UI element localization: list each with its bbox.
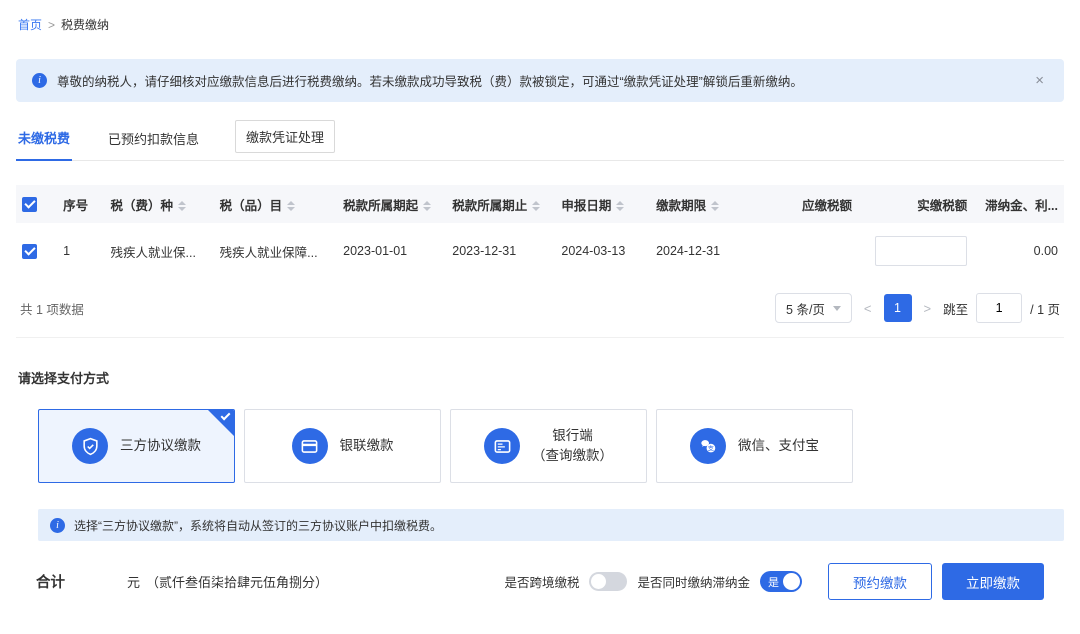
- info-icon: [32, 73, 47, 88]
- col-declare-date[interactable]: 申报日期: [555, 185, 650, 223]
- payment-footer: 合计 元 （贰仟叁佰柒拾肆元伍角捌分） 是否跨境缴税 是否同时缴纳滞纳金 是 预…: [36, 563, 1044, 600]
- col-period-end[interactable]: 税款所属期止: [446, 185, 555, 223]
- col-tax-item[interactable]: 税（品）目: [214, 185, 338, 223]
- select-all-checkbox[interactable]: [22, 197, 37, 212]
- payment-note-text: 选择“三方协议缴款”，系统将自动从签订的三方协议账户中扣缴税费。: [74, 517, 442, 534]
- payment-card-unionpay[interactable]: 银联缴款: [244, 409, 441, 483]
- late-fee-toggle[interactable]: 是: [760, 571, 802, 592]
- cell-late-fee: 0.00: [973, 223, 1064, 279]
- payment-card-label: 三方协议缴款: [120, 436, 201, 456]
- payment-card-tripartite[interactable]: 三方协议缴款: [38, 409, 235, 483]
- tab-payment-voucher[interactable]: 缴款凭证处理: [235, 120, 335, 153]
- notice-banner: 尊敬的纳税人，请仔细核对应缴款信息后进行税费缴纳。若未缴款成功导致税（费）款被锁…: [16, 59, 1064, 102]
- total-label: 合计: [36, 571, 65, 592]
- reserve-payment-button[interactable]: 预约缴款: [828, 563, 932, 600]
- cross-border-label: 是否跨境缴税: [504, 572, 579, 591]
- chevron-down-icon: [833, 306, 841, 311]
- tab-reserved-deductions[interactable]: 已预约扣款信息: [106, 121, 201, 160]
- breadcrumb: 首页 > 税费缴纳: [0, 0, 1080, 33]
- sort-icon[interactable]: [287, 201, 295, 211]
- cell-period-end: 2023-12-31: [446, 223, 555, 279]
- page-number-button[interactable]: 1: [884, 294, 912, 322]
- amount-unit: 元: [127, 572, 140, 591]
- next-page-icon[interactable]: >: [922, 301, 934, 316]
- col-late-fee: 滞纳金、利...: [973, 185, 1064, 223]
- sort-icon[interactable]: [616, 201, 624, 211]
- shield-check-icon: [72, 428, 108, 464]
- info-icon: [50, 518, 65, 533]
- payment-card-wechat-alipay[interactable]: 支 微信、支付宝: [656, 409, 853, 483]
- sort-icon[interactable]: [178, 201, 186, 211]
- page-size-select[interactable]: 5 条/页: [775, 293, 852, 323]
- table-header-row: 序号 税（费）种 税（品）目 税款所属期起 税款所属期止 申报日期 缴款期限 应…: [16, 185, 1064, 223]
- wechat-alipay-icon: 支: [690, 428, 726, 464]
- col-seq: 序号: [57, 185, 104, 223]
- col-paid: 实缴税额: [858, 185, 973, 223]
- payment-method-title: 请选择支付方式: [18, 368, 1064, 387]
- unpaid-tax-table: 序号 税（费）种 税（品）目 税款所属期起 税款所属期止 申报日期 缴款期限 应…: [16, 185, 1064, 338]
- prev-page-icon[interactable]: <: [862, 301, 874, 316]
- paid-amount-input[interactable]: [875, 236, 967, 266]
- cell-payable: [759, 223, 858, 279]
- notice-banner-text: 尊敬的纳税人，请仔细核对应缴款信息后进行税费缴纳。若未缴款成功导致税（费）款被锁…: [57, 71, 803, 90]
- bank-card-icon: [292, 428, 328, 464]
- cell-seq: 1: [57, 223, 104, 279]
- jump-to-label: 跳至: [943, 299, 968, 318]
- payment-note: 选择“三方协议缴款”，系统将自动从签订的三方协议账户中扣缴税费。: [38, 509, 1064, 541]
- payment-card-bank-query[interactable]: 银行端 （查询缴款）: [450, 409, 647, 483]
- amount-in-words: （贰仟叁佰柒拾肆元伍角捌分）: [146, 572, 328, 591]
- bank-terminal-icon: [484, 428, 520, 464]
- jump-to-input[interactable]: [976, 293, 1022, 323]
- cell-declare-date: 2024-03-13: [555, 223, 650, 279]
- payment-card-label: 银行端 （查询缴款）: [532, 426, 613, 465]
- sort-icon[interactable]: [423, 201, 431, 211]
- breadcrumb-current: 税费缴纳: [61, 16, 109, 33]
- col-deadline[interactable]: 缴款期限: [650, 185, 759, 223]
- col-payable: 应缴税额: [759, 185, 858, 223]
- payment-card-label: 微信、支付宝: [738, 436, 819, 456]
- col-period-start[interactable]: 税款所属期起: [337, 185, 446, 223]
- breadcrumb-home-link[interactable]: 首页: [18, 16, 42, 33]
- cell-tax-type: 残疾人就业保...: [105, 223, 214, 279]
- cell-period-start: 2023-01-01: [337, 223, 446, 279]
- cell-deadline: 2024-12-31: [650, 223, 759, 279]
- tab-unpaid-taxes[interactable]: 未缴税费: [16, 120, 72, 161]
- pay-now-button[interactable]: 立即缴款: [942, 563, 1044, 600]
- sort-icon[interactable]: [711, 201, 719, 211]
- sort-icon[interactable]: [532, 201, 540, 211]
- payment-method-cards: 三方协议缴款 银联缴款 银行端 （查询缴款） 支 微信、支付宝: [38, 409, 1064, 483]
- late-fee-label: 是否同时缴纳滞纳金: [637, 572, 750, 591]
- svg-text:支: 支: [708, 443, 715, 452]
- breadcrumb-separator: >: [48, 18, 55, 32]
- close-icon[interactable]: ×: [1031, 72, 1048, 89]
- cell-tax-item: 残疾人就业保障...: [214, 223, 338, 279]
- payment-card-label: 银联缴款: [340, 436, 394, 456]
- total-count-text: 共 1 项数据: [20, 299, 84, 318]
- tax-payment-page: 首页 > 税费缴纳 尊敬的纳税人，请仔细核对应缴款信息后进行税费缴纳。若未缴款成…: [0, 0, 1080, 634]
- pagination-bar: 共 1 项数据 5 条/页 < 1 > 跳至 / 1 页: [16, 279, 1064, 337]
- table-row: 1 残疾人就业保... 残疾人就业保障... 2023-01-01 2023-1…: [16, 223, 1064, 279]
- cross-border-toggle[interactable]: [589, 572, 627, 591]
- total-pages-text: / 1 页: [1030, 299, 1060, 318]
- row-checkbox[interactable]: [22, 244, 37, 259]
- tab-bar: 未缴税费 已预约扣款信息 缴款凭证处理: [16, 120, 1064, 161]
- col-tax-type[interactable]: 税（费）种: [105, 185, 214, 223]
